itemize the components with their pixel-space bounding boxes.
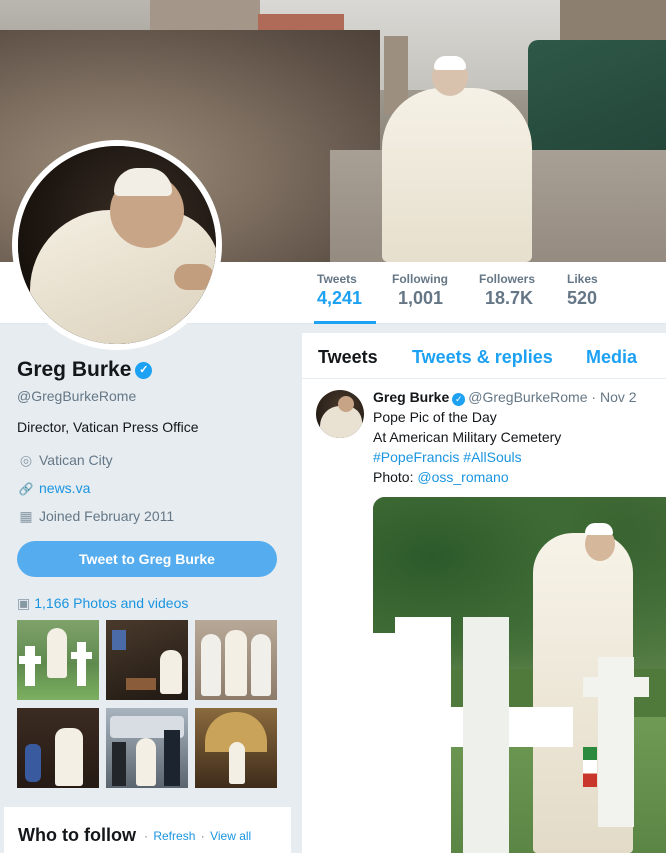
thumb-figure <box>225 630 247 696</box>
thumb-child <box>25 744 41 782</box>
view-all-link[interactable]: View all <box>210 829 251 843</box>
timeline: Tweets Tweets & replies Media Greg Burke… <box>302 333 666 853</box>
stat-tweets[interactable]: Tweets 4,241 <box>314 272 376 324</box>
stat-value: 4,241 <box>317 288 363 308</box>
who-to-follow-title: Who to follow <box>18 825 136 845</box>
media-cross <box>463 617 509 853</box>
photos-icon: ▣ <box>17 595 31 611</box>
location-icon: ◎ <box>19 452 33 468</box>
timeline-tabs: Tweets Tweets & replies Media <box>302 333 666 379</box>
stat-value: 18.7K <box>485 288 534 308</box>
separator: · <box>144 829 148 843</box>
tweet-media-image[interactable] <box>373 497 666 853</box>
photo-thumbnail[interactable] <box>106 708 188 788</box>
photo-thumbnail[interactable] <box>17 708 99 788</box>
media-star-of-david <box>583 677 649 697</box>
profile-name[interactable]: Greg Burke <box>17 358 131 381</box>
tweet-author-name[interactable]: Greg Burke <box>373 389 449 405</box>
banner-figure <box>382 88 532 262</box>
refresh-link[interactable]: Refresh <box>153 829 195 843</box>
tab-tweets-replies[interactable]: Tweets & replies <box>412 347 553 368</box>
thumb-figure <box>55 728 83 786</box>
tweet-photo-credit: Photo: @oss_romano <box>373 469 509 485</box>
photos-videos-link[interactable]: ▣ 1,166 Photos and videos <box>17 595 188 612</box>
separator: · <box>200 829 205 843</box>
profile-joined: ▦ Joined February 2011 <box>17 508 174 525</box>
thumb-person <box>112 742 126 786</box>
thumb-figure <box>160 650 182 694</box>
tweet[interactable]: Greg Burke ✓ @GregBurkeRome · Nov 2 Pope P… <box>302 379 666 853</box>
website-link[interactable]: news.va <box>39 480 90 496</box>
hashtag-link[interactable]: #PopeFrancis <box>373 449 459 465</box>
stat-followers[interactable]: Followers 18.7K <box>479 272 535 324</box>
link-icon: 🔗 <box>18 482 34 496</box>
profile-website: 🔗 news.va <box>17 480 91 496</box>
thumb-cross <box>25 646 35 686</box>
stat-value: 1,001 <box>398 288 444 308</box>
tweet-author-handle[interactable]: @GregBurkeRome <box>468 389 587 405</box>
media-figure-cap <box>585 523 613 535</box>
tweet-text-line: At American Military Cemetery <box>373 429 562 445</box>
thumb-cross <box>19 656 41 664</box>
profile-name-row: Greg Burke ✓ <box>17 358 153 382</box>
media-flag <box>583 747 597 787</box>
thumb-guard <box>164 730 180 786</box>
thumb-figure <box>201 634 221 696</box>
thumb-desk <box>126 678 156 690</box>
photo-thumbnail[interactable] <box>195 620 277 700</box>
thumb-figure <box>251 634 271 696</box>
stat-likes[interactable]: Likes 520 <box>567 272 598 324</box>
avatar-hands <box>174 264 214 290</box>
thumb-cross <box>77 642 86 686</box>
tab-tweets[interactable]: Tweets <box>318 347 378 368</box>
profile-bio: Director, Vatican Press Office <box>17 419 199 435</box>
tweet-to-button[interactable]: Tweet to Greg Burke <box>17 541 277 577</box>
stat-label: Followers <box>479 272 536 286</box>
profile-sidebar: Greg Burke ✓ @GregBurkeRome Director, Vat… <box>0 324 300 853</box>
photo-thumbnail[interactable] <box>17 620 99 700</box>
thumb-figure <box>47 628 67 678</box>
joined-text: Joined February 2011 <box>39 508 175 524</box>
tab-media[interactable]: Media <box>586 347 637 368</box>
hashtag-link[interactable]: #AllSouls <box>463 449 521 465</box>
photo-thumbnail[interactable] <box>106 620 188 700</box>
verified-icon: ✓ <box>452 393 466 406</box>
profile-avatar[interactable] <box>12 140 222 350</box>
avatar-zucchetto <box>114 168 172 196</box>
photos-videos-label: 1,166 Photos and videos <box>34 595 189 611</box>
stat-value: 520 <box>567 288 598 308</box>
photo-thumbnail[interactable] <box>195 708 277 788</box>
tweet-text-line: Pope Pic of the Day <box>373 409 497 425</box>
thumb-figure <box>136 738 156 786</box>
thumb-cross <box>71 652 92 659</box>
stat-following[interactable]: Following 1,001 <box>392 272 448 324</box>
tweet-hashtags: #PopeFrancis #AllSouls <box>373 449 522 465</box>
tweet-header: Greg Burke ✓ @GregBurkeRome · Nov 2 <box>373 389 637 406</box>
profile-location: ◎ Vatican City <box>17 452 113 469</box>
calendar-icon: ▦ <box>19 508 33 524</box>
profile-handle[interactable]: @GregBurkeRome <box>17 388 136 404</box>
location-text: Vatican City <box>39 452 113 468</box>
photo-credit-prefix: Photo: <box>373 469 418 485</box>
mention-link[interactable]: @oss_romano <box>417 469 508 485</box>
stat-label: Likes <box>567 272 598 286</box>
tweet-avatar-head <box>338 396 354 412</box>
thumb-figure <box>229 742 245 784</box>
verified-icon: ✓ <box>135 362 153 379</box>
tweet-avatar[interactable] <box>316 390 364 438</box>
tweet-date[interactable]: · Nov 2 <box>591 389 636 405</box>
who-to-follow-links: · Refresh · View all <box>142 829 251 843</box>
stat-label: Following <box>392 272 448 286</box>
stat-label: Tweets <box>317 272 357 286</box>
thumb-screen <box>112 630 126 650</box>
who-to-follow-card: Who to follow · Refresh · View all <box>4 807 291 853</box>
banner-figure-cap <box>434 56 466 70</box>
